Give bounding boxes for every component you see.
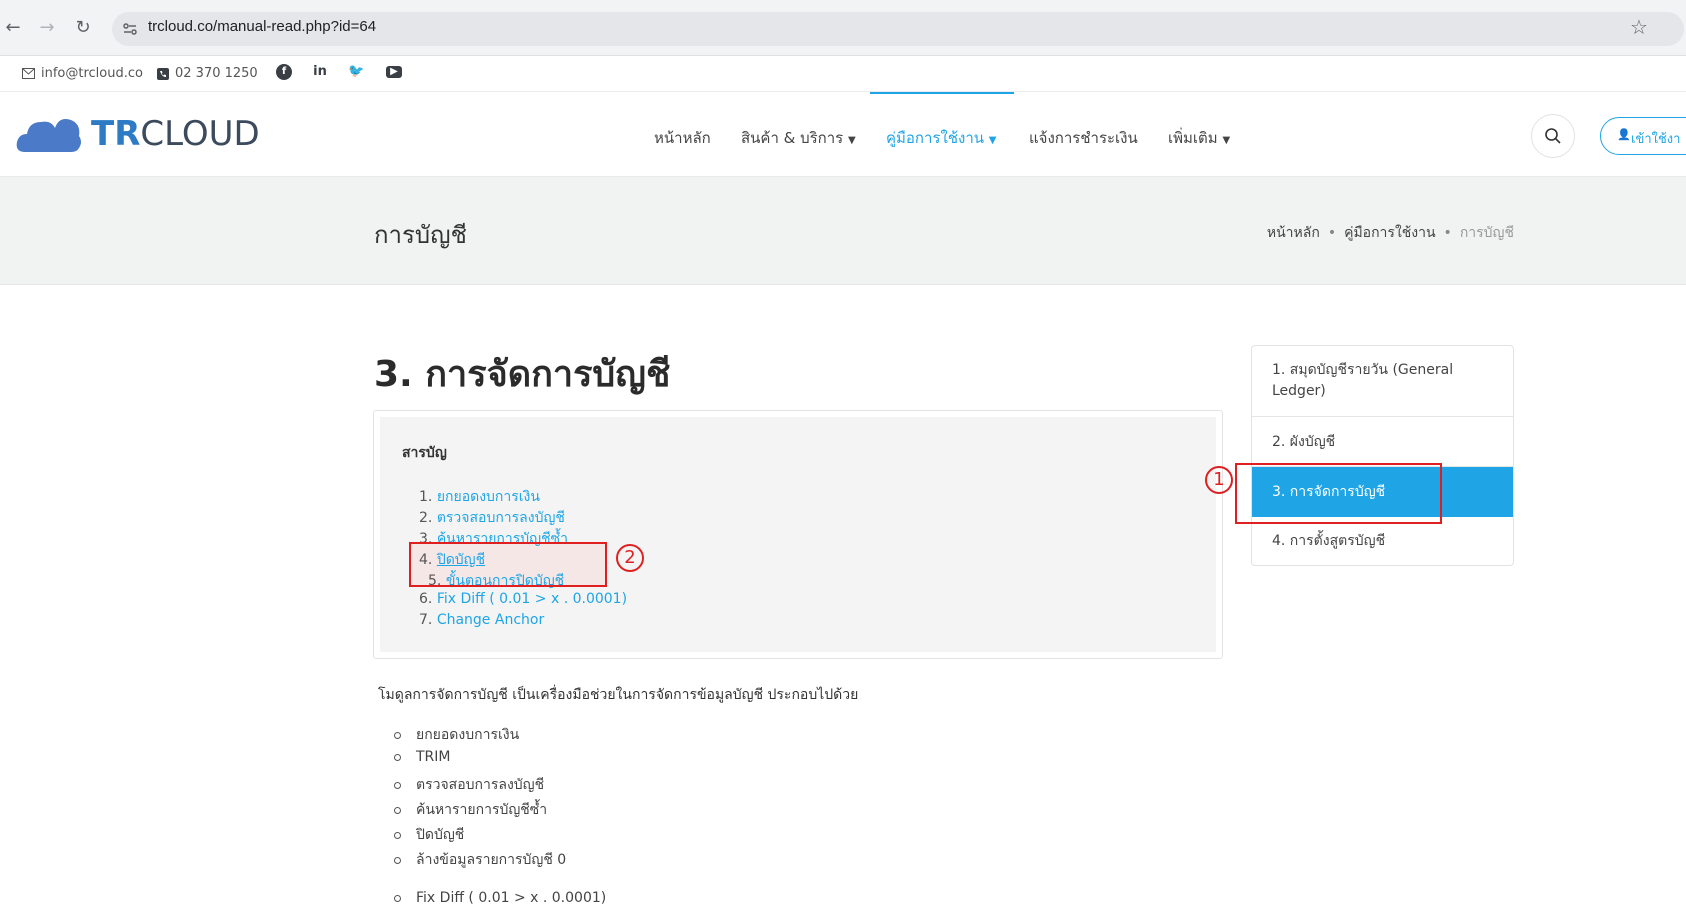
- logo-cloud-text: CLOUD: [140, 114, 260, 154]
- toc-item[interactable]: 6. Fix Diff ( 0.01 > x . 0.0001): [419, 591, 627, 607]
- user-icon: 👤: [1617, 128, 1631, 141]
- list-item: Fix Diff ( 0.01 > x . 0.0001): [394, 890, 606, 905]
- list-item: ปิดบัญชี: [394, 824, 464, 846]
- menu-payment[interactable]: แจ้งการชำระเงิน: [1029, 126, 1138, 150]
- envelope-icon: [22, 68, 35, 79]
- sidebar-item-account-formula[interactable]: 4. การตั้งสูตรบัญชี: [1252, 517, 1513, 565]
- back-arrow-icon[interactable]: ←: [0, 15, 26, 41]
- bookmark-star-icon[interactable]: ☆: [1630, 15, 1648, 39]
- phone-icon: [157, 67, 169, 80]
- list-item: ตรวจสอบการลงบัญชี: [394, 774, 544, 796]
- linkedin-icon[interactable]: in: [312, 64, 328, 80]
- cloud-logo-icon: [16, 119, 81, 152]
- site-settings-icon[interactable]: [122, 21, 138, 37]
- sidebar-item-general-ledger[interactable]: 1. สมุดบัญชีรายวัน (General Ledger): [1252, 346, 1513, 417]
- login-button[interactable]: 👤 เข้าใช้งา: [1600, 117, 1686, 155]
- toc-item[interactable]: 1. ยกยอดงบการเงิน: [419, 486, 540, 508]
- annotation-marker-1: 1: [1205, 466, 1233, 494]
- search-icon: [1545, 128, 1561, 144]
- search-button[interactable]: [1531, 114, 1575, 158]
- annotation-box-2: [409, 542, 607, 587]
- annotation-marker-2: 2: [616, 544, 644, 572]
- facebook-icon[interactable]: f: [276, 64, 292, 80]
- twitter-icon[interactable]: 🐦: [348, 64, 364, 80]
- list-item: TRIM: [394, 749, 451, 765]
- trcloud-logo[interactable]: TRCLOUD: [15, 112, 260, 156]
- caret-down-icon: ▼: [988, 135, 997, 146]
- logo-tr-text: TR: [91, 114, 141, 154]
- url-text[interactable]: trcloud.co/manual-read.php?id=64: [148, 18, 376, 35]
- reload-icon[interactable]: ↻: [70, 15, 96, 41]
- list-item: ค้นหารายการบัญชีซ้ำ: [394, 799, 547, 821]
- menu-more[interactable]: เพิ่มเติม ▼: [1168, 126, 1230, 150]
- phone-text: 02 370 1250: [175, 66, 258, 81]
- sidebar-item-chart-of-accounts[interactable]: 2. ผังบัญชี: [1252, 417, 1513, 467]
- email-text: info@trcloud.co: [41, 66, 143, 81]
- breadcrumb-manual[interactable]: คู่มือการใช้งาน: [1344, 225, 1435, 241]
- login-label: เข้าใช้งา: [1631, 132, 1681, 147]
- menu-products[interactable]: สินค้า & บริการ ▼: [741, 126, 856, 150]
- toc-title: สารบัญ: [402, 445, 447, 461]
- email-contact[interactable]: info@trcloud.co: [22, 66, 143, 81]
- list-item: ยกยอดงบการเงิน: [394, 724, 519, 746]
- breadcrumb-home[interactable]: หน้าหลัก: [1267, 225, 1320, 241]
- list-item: ล้างข้อมูลรายการบัญชี 0: [394, 849, 566, 871]
- menu-home[interactable]: หน้าหลัก: [654, 126, 711, 150]
- breadcrumb-current: การบัญชี: [1459, 225, 1514, 241]
- caret-down-icon: ▼: [848, 135, 856, 146]
- breadcrumb: หน้าหลัก • คู่มือการใช้งาน • การบัญชี: [1266, 225, 1514, 241]
- toc-item[interactable]: 7. Change Anchor: [419, 612, 544, 628]
- menu-active-indicator: [870, 92, 1014, 94]
- phone-contact[interactable]: 02 370 1250: [157, 66, 258, 81]
- youtube-icon[interactable]: ▶: [386, 66, 402, 78]
- page-title: การบัญชี: [374, 221, 467, 249]
- menu-manual[interactable]: คู่มือการใช้งาน ▼: [886, 126, 996, 150]
- intro-paragraph: โมดูลการจัดการบัญชี เป็นเครื่องมือช่วยใน…: [378, 687, 859, 703]
- forward-arrow-icon[interactable]: →: [34, 15, 60, 41]
- article-heading: 3. การจัดการบัญชี: [374, 354, 671, 395]
- annotation-box-1: [1235, 463, 1442, 524]
- toc-item[interactable]: 2. ตรวจสอบการลงบัญชี: [419, 507, 565, 529]
- caret-down-icon: ▼: [1222, 135, 1231, 146]
